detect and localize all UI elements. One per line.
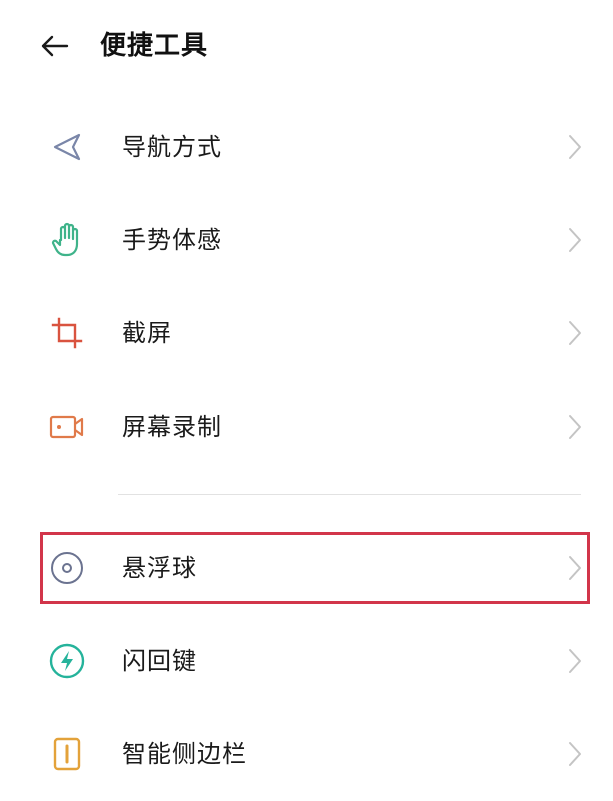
sidebar-icon — [44, 731, 90, 777]
chevron-right-icon — [565, 553, 585, 583]
chevron-right-icon — [565, 225, 585, 255]
video-camera-icon — [44, 404, 90, 450]
chevron-right-icon — [565, 132, 585, 162]
section-divider — [118, 494, 581, 495]
page-title: 便捷工具 — [100, 31, 209, 61]
chevron-right-icon — [565, 412, 585, 442]
chevron-right-icon — [565, 739, 585, 769]
list-item-label: 闪回键 — [122, 647, 197, 675]
list-item-navigation-mode[interactable]: 导航方式 — [0, 100, 613, 194]
hand-gesture-icon — [44, 217, 90, 263]
list-item-label: 悬浮球 — [122, 554, 197, 582]
arrow-left-icon — [41, 35, 69, 57]
lightning-icon — [44, 638, 90, 684]
list-item-screenshot[interactable]: 截屏 — [0, 286, 613, 380]
navigation-arrow-icon — [44, 124, 90, 170]
floating-ball-icon — [44, 545, 90, 591]
list-item-label: 截屏 — [122, 319, 172, 347]
list-item-floating-ball[interactable]: 悬浮球 — [0, 521, 613, 615]
list-item-screen-recording[interactable]: 屏幕录制 — [0, 380, 613, 474]
crop-icon — [44, 310, 90, 356]
chevron-right-icon — [565, 318, 585, 348]
list-item-label: 导航方式 — [122, 133, 222, 161]
list-item-label: 智能侧边栏 — [122, 740, 247, 768]
list-item-label: 屏幕录制 — [122, 413, 222, 441]
back-button[interactable] — [36, 28, 72, 64]
list-item-label: 手势体感 — [122, 226, 222, 254]
chevron-right-icon — [565, 646, 585, 676]
list-item-smart-sidebar[interactable]: 智能侧边栏 — [0, 707, 613, 801]
list-item-gesture-motion[interactable]: 手势体感 — [0, 193, 613, 287]
list-item-flashback-key[interactable]: 闪回键 — [0, 614, 613, 708]
header: 便捷工具 — [0, 0, 613, 92]
